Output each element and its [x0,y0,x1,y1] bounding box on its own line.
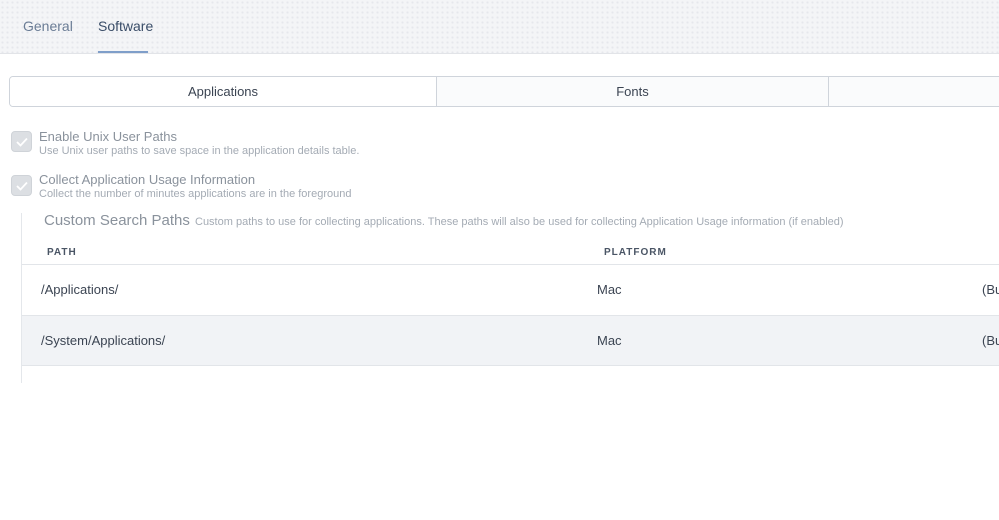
unix-user-paths-checkbox[interactable] [11,131,32,152]
platform-cell: Mac [597,282,622,297]
segmented-control: Applications Fonts [9,76,999,107]
section-title: Custom Search Paths [44,212,190,229]
usage-info-label: Collect Application Usage Information [39,172,255,187]
table-row[interactable]: /System/Applications/ Mac (Bu [22,315,999,366]
section-description: Custom paths to use for collecting appli… [195,216,844,228]
table-row[interactable]: /Applications/ Mac (Bu [22,264,999,315]
platform-cell: Mac [597,333,622,348]
unix-user-paths-description: Use Unix user paths to save space in the… [39,145,359,157]
active-tab-indicator [98,51,148,53]
segment-third[interactable] [829,77,999,106]
extra-cell: (Bu [982,282,999,297]
extra-cell: (Bu [982,333,999,348]
checkmark-icon [16,137,28,147]
path-cell: /Applications/ [41,282,118,297]
column-header-platform[interactable]: PLATFORM [604,247,667,258]
usage-info-checkbox[interactable] [11,175,32,196]
tab-general[interactable]: General [23,18,73,34]
segment-applications[interactable]: Applications [10,77,437,106]
unix-user-paths-label: Enable Unix User Paths [39,129,177,144]
segment-fonts[interactable]: Fonts [437,77,829,106]
column-header-path[interactable]: PATH [47,247,77,258]
path-cell: /System/Applications/ [41,333,165,348]
usage-info-description: Collect the number of minutes applicatio… [39,188,351,200]
checkmark-icon [16,181,28,191]
tab-software[interactable]: Software [98,18,153,34]
top-tab-bar: General Software [0,0,999,54]
